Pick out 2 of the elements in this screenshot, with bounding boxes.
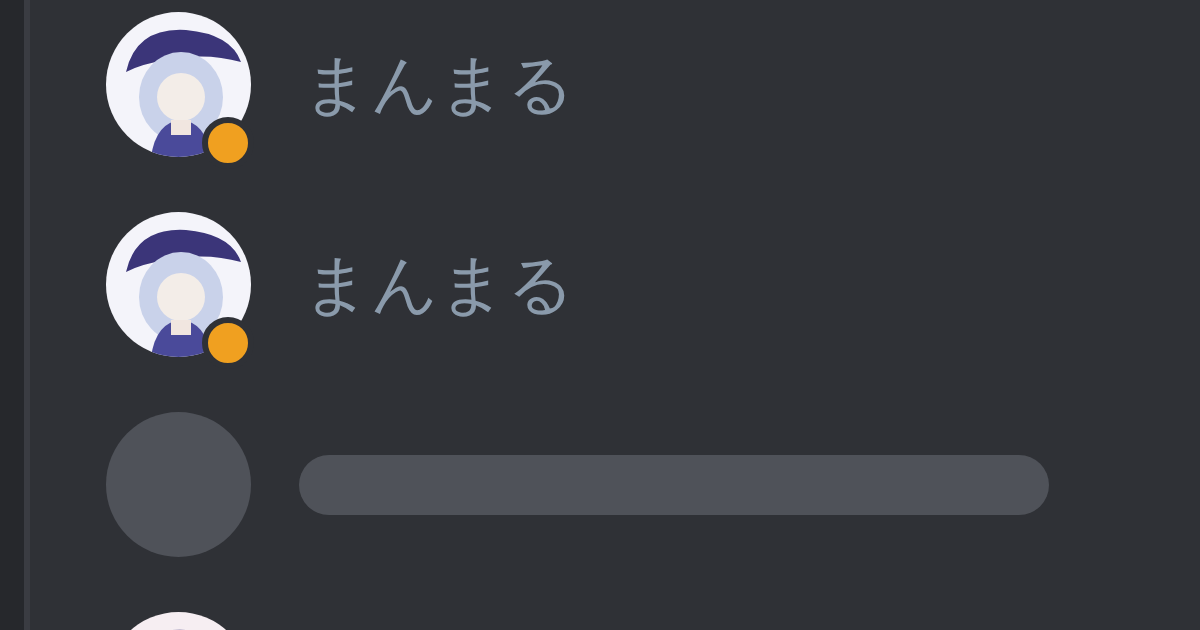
- member-name[interactable]: まんまる: [303, 251, 575, 318]
- member-name[interactable]: まんまる: [303, 51, 575, 118]
